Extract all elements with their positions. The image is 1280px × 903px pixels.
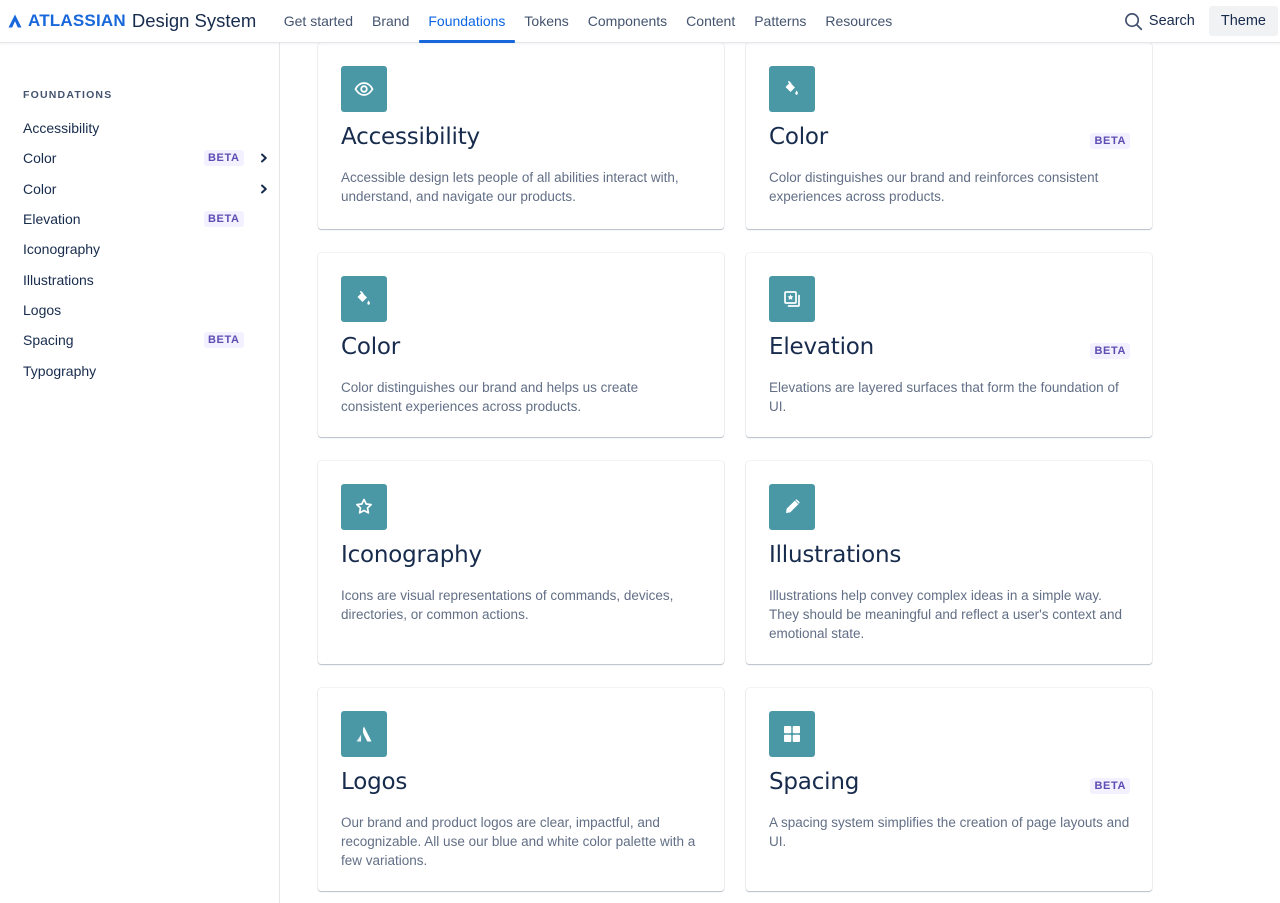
card-elevation[interactable]: Elevation BETA Elevations are layered su…: [746, 253, 1152, 437]
icon-tile: [341, 711, 387, 757]
search-icon: [1124, 12, 1143, 31]
card-title: Spacing: [769, 769, 860, 795]
brand-logo-link[interactable]: ATLASSIAN Design System: [8, 0, 256, 42]
beta-badge: BETA: [1090, 133, 1130, 149]
sidebar-item-label: Logos: [23, 301, 62, 318]
icon-tile: [341, 484, 387, 530]
sidebar-list: Accessibility Color BETA Color Elevation…: [0, 113, 279, 386]
sidebar-item-label: Iconography: [23, 241, 101, 258]
primary-nav: Get started Brand Foundations Tokens Com…: [274, 0, 902, 43]
card-title: Illustrations: [769, 542, 902, 568]
card-iconography[interactable]: Iconography Icons are visual representat…: [318, 461, 724, 664]
card-description: Illustrations help convey complex ideas …: [769, 588, 1123, 641]
sidebar: FOUNDATIONS Accessibility Color BETA Col…: [0, 43, 280, 903]
sidebar-item-iconography[interactable]: Iconography: [0, 234, 279, 264]
card-description: A spacing system simplifies the creation…: [769, 815, 1130, 849]
card-color[interactable]: Color Color distinguishes our brand and …: [318, 253, 724, 437]
sidebar-item-color-beta[interactable]: Color BETA: [0, 143, 279, 173]
top-navigation: ATLASSIAN Design System Get started Bran…: [0, 0, 1280, 43]
nav-foundations[interactable]: Foundations: [418, 0, 515, 43]
beta-badge: BETA: [204, 211, 244, 228]
chevron-right-icon[interactable]: [259, 153, 269, 163]
sidebar-item-illustrations[interactable]: Illustrations: [0, 264, 279, 294]
sidebar-item-label: Illustrations: [23, 271, 94, 288]
layers-star-icon: [782, 289, 802, 309]
nav-get-started[interactable]: Get started: [274, 0, 362, 42]
chevron-right-icon[interactable]: [259, 184, 269, 194]
nav-content[interactable]: Content: [677, 0, 745, 42]
nav-resources[interactable]: Resources: [816, 0, 902, 42]
icon-tile: [341, 276, 387, 322]
card-accessibility[interactable]: Accessibility Accessible design lets peo…: [318, 43, 724, 229]
nav-components[interactable]: Components: [578, 0, 676, 42]
sidebar-item-label: Accessibility: [23, 120, 100, 137]
eye-icon: [354, 79, 374, 99]
sidebar-item-logos[interactable]: Logos: [0, 295, 279, 325]
card-spacing[interactable]: Spacing BETA A spacing system simplifies…: [746, 688, 1152, 891]
icon-tile: [769, 484, 815, 530]
icon-tile: [769, 711, 815, 757]
beta-badge: BETA: [1090, 778, 1130, 794]
sidebar-item-elevation[interactable]: Elevation BETA: [0, 204, 279, 234]
beta-badge: BETA: [204, 332, 244, 349]
card-logos[interactable]: Logos Our brand and product logos are cl…: [318, 688, 724, 891]
search-button[interactable]: Search: [1116, 6, 1203, 36]
star-icon: [354, 497, 374, 517]
beta-badge: BETA: [204, 150, 244, 167]
nav-brand[interactable]: Brand: [363, 0, 419, 42]
card-description: Icons are visual representations of comm…: [341, 588, 674, 622]
card-description: Accessible design lets people of all abi…: [341, 170, 679, 204]
sidebar-item-color[interactable]: Color: [0, 174, 279, 204]
card-illustrations[interactable]: Illustrations Illustrations help convey …: [746, 461, 1152, 664]
grid-icon: [783, 725, 801, 743]
theme-button[interactable]: Theme: [1208, 6, 1278, 36]
card-title: Iconography: [341, 542, 482, 568]
paint-bucket-icon: [783, 80, 801, 98]
card-color-beta[interactable]: Color BETA Color distinguishes our brand…: [746, 43, 1152, 229]
icon-tile: [769, 276, 815, 322]
nav-tokens[interactable]: Tokens: [515, 0, 578, 42]
card-title: Logos: [341, 769, 408, 795]
sidebar-heading: FOUNDATIONS: [23, 89, 113, 101]
sidebar-item-spacing[interactable]: Spacing BETA: [0, 325, 279, 355]
foundations-card-grid: Accessibility Accessible design lets peo…: [281, 43, 1280, 903]
card-description: Our brand and product logos are clear, i…: [341, 815, 696, 868]
beta-badge: BETA: [1090, 343, 1130, 359]
brand-wordmark: ATLASSIAN: [28, 11, 126, 30]
icon-tile: [769, 66, 815, 112]
card-title: Color: [341, 334, 401, 360]
brand-product-name: Design System: [131, 10, 257, 31]
sidebar-item-accessibility[interactable]: Accessibility: [0, 113, 279, 143]
sidebar-item-label: Color: [23, 180, 57, 197]
nav-actions: Search Theme: [1116, 0, 1280, 42]
paint-bucket-icon: [355, 290, 373, 308]
pencil-icon: [782, 497, 802, 517]
card-title: Color: [769, 124, 829, 150]
atlassian-logo-icon: [8, 14, 22, 28]
card-description: Elevations are layered surfaces that for…: [769, 380, 1119, 414]
card-title: Elevation: [769, 334, 875, 360]
sidebar-item-label: Typography: [23, 362, 97, 379]
atlassian-logo-icon: [355, 725, 373, 743]
card-description: Color distinguishes our brand and reinfo…: [769, 170, 1099, 204]
search-label: Search: [1148, 13, 1195, 29]
card-description: Color distinguishes our brand and helps …: [341, 380, 639, 414]
icon-tile: [341, 66, 387, 112]
card-title: Accessibility: [341, 124, 480, 150]
sidebar-item-typography[interactable]: Typography: [0, 355, 279, 385]
nav-patterns[interactable]: Patterns: [745, 0, 816, 42]
